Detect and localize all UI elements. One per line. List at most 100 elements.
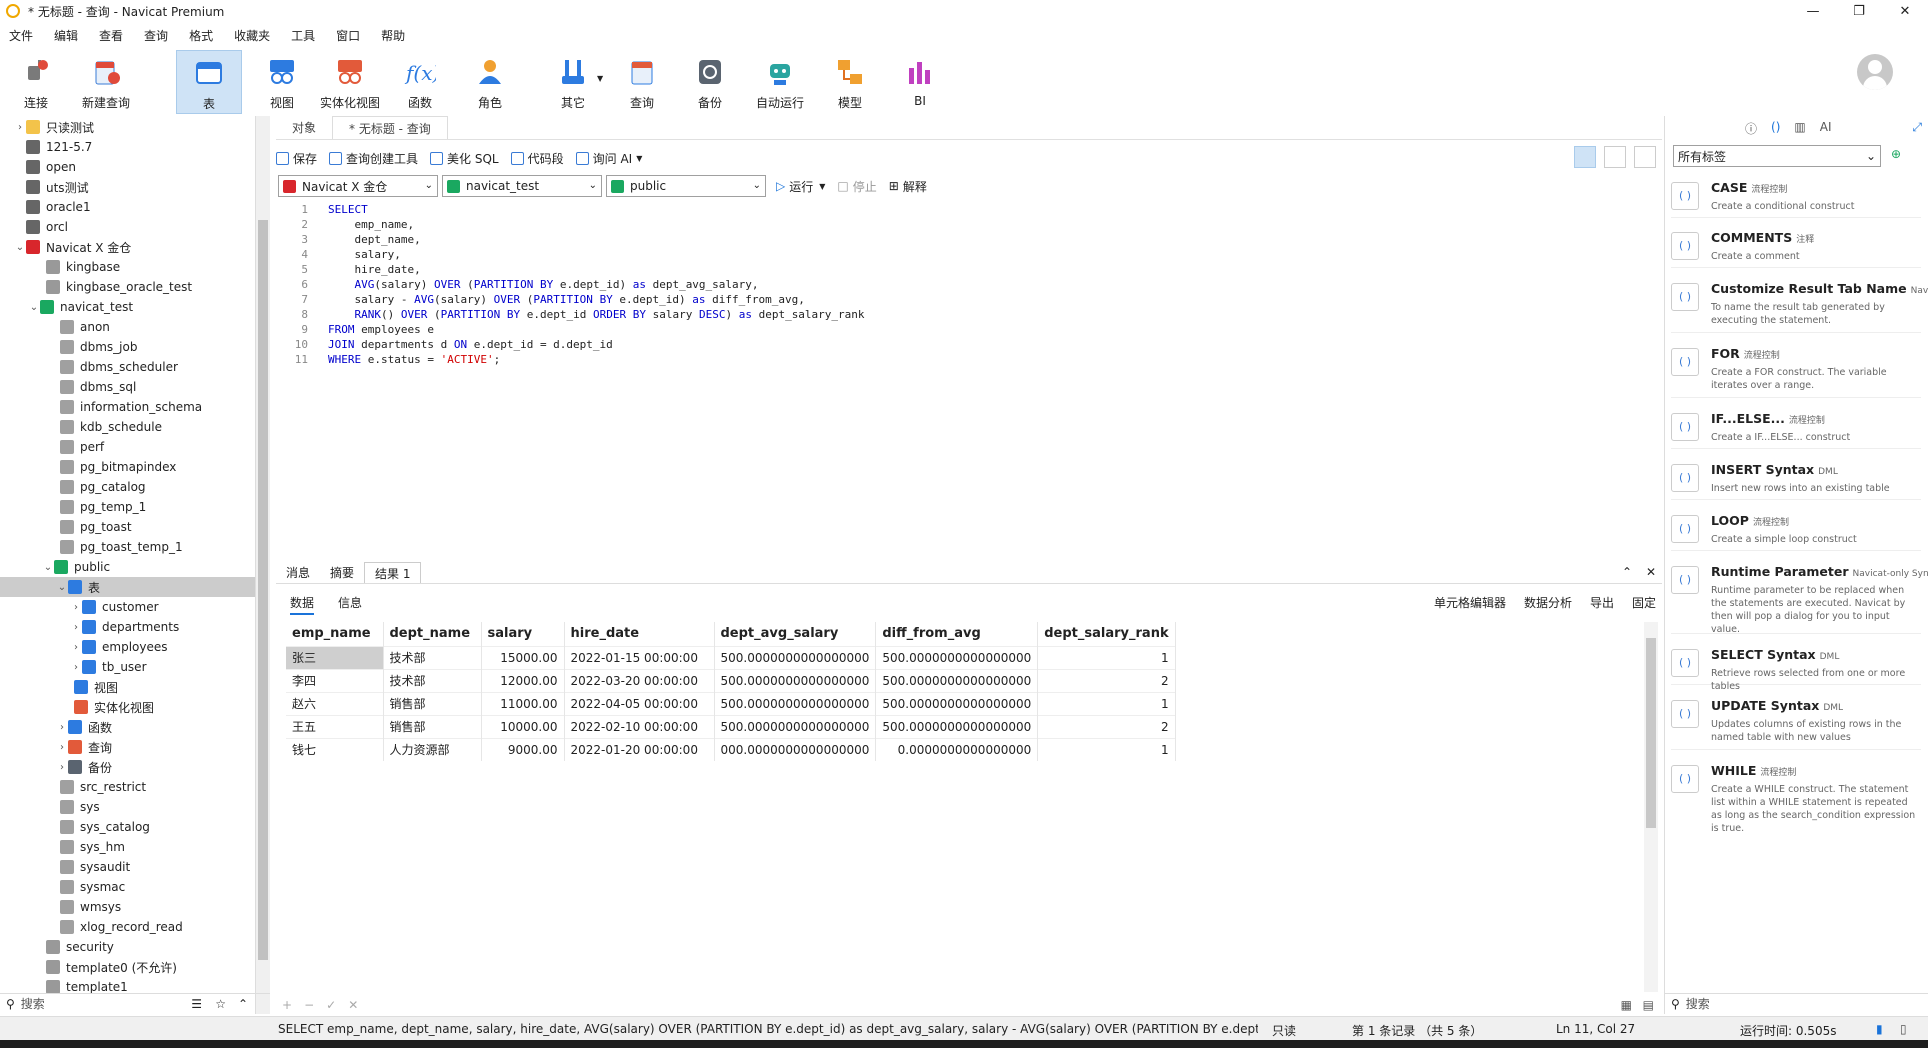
- tree-item[interactable]: 实体化视图: [0, 697, 255, 717]
- form-view-icon[interactable]: ▤: [1643, 998, 1654, 1012]
- braces-icon[interactable]: (): [1771, 120, 1780, 137]
- tab-objects[interactable]: 对象: [276, 116, 332, 139]
- collapse-icon[interactable]: ⌃: [238, 997, 248, 1011]
- menu-format[interactable]: 格式: [180, 26, 225, 46]
- snippet-item[interactable]: ( ) WHILE 流程控制 Create a WHILE construct. …: [1671, 759, 1921, 834]
- column-header[interactable]: dept_avg_salary: [714, 622, 877, 646]
- others-button[interactable]: 其它: [548, 50, 598, 114]
- snippet-item[interactable]: ( ) Runtime Parameter Navicat-only Synt R…: [1671, 560, 1928, 635]
- cell-editor-button[interactable]: 单元格编辑器: [1434, 594, 1506, 611]
- run-dropdown-icon[interactable]: ▼: [819, 182, 825, 191]
- table-cell[interactable]: 2022-01-15 00:00:00: [564, 645, 715, 669]
- table-cell[interactable]: 0.0000000000000000: [875, 737, 1039, 761]
- data-analysis-button[interactable]: 数据分析: [1524, 594, 1572, 611]
- table-row[interactable]: 王五 销售部 10000.00 2022-02-10 00:00:00 500.…: [286, 714, 1176, 738]
- tree-item[interactable]: sysaudit: [0, 857, 255, 877]
- snippet-item[interactable]: ( ) CASE 流程控制 Create a conditional constr…: [1671, 176, 1921, 218]
- snippet-item[interactable]: ( ) COMMENTS 注释 Create a comment: [1671, 226, 1921, 268]
- tree-item[interactable]: security: [0, 937, 255, 957]
- tree-item[interactable]: sys_catalog: [0, 817, 255, 837]
- scrollbar-thumb[interactable]: [1646, 638, 1656, 828]
- menu-view[interactable]: 查看: [90, 26, 135, 46]
- table-cell[interactable]: 2022-03-20 00:00:00: [564, 668, 715, 692]
- table-cell[interactable]: 000.0000000000000000: [714, 737, 877, 761]
- close-icon[interactable]: ✕: [1882, 0, 1928, 22]
- new-query-button[interactable]: 新建查询: [78, 50, 134, 114]
- maximize-icon[interactable]: ❐: [1836, 0, 1882, 22]
- snippet-item[interactable]: ( ) LOOP 流程控制 Create a simple loop constr…: [1671, 509, 1921, 551]
- menu-edit[interactable]: 编辑: [45, 26, 90, 46]
- tree-item[interactable]: › tb_user: [0, 657, 255, 677]
- snippet-item[interactable]: ( ) SELECT Syntax DML Retrieve rows selec…: [1671, 643, 1921, 692]
- table-cell[interactable]: 500.0000000000000000: [714, 668, 877, 692]
- table-cell[interactable]: 张三: [286, 645, 384, 669]
- tree-item[interactable]: sys: [0, 797, 255, 817]
- tree-item[interactable]: uts测试: [0, 177, 255, 197]
- panel-right-icon[interactable]: ▯: [1900, 1022, 1907, 1036]
- tree-item[interactable]: › 函数: [0, 717, 255, 737]
- tree-item[interactable]: pg_bitmapindex: [0, 457, 255, 477]
- snippet-item[interactable]: ( ) IF...ELSE... 流程控制 Create a IF...ELSE.…: [1671, 407, 1921, 449]
- table-cell[interactable]: 12000.00: [481, 668, 565, 692]
- run-button[interactable]: 运行: [789, 178, 813, 195]
- schema-select[interactable]: public ⌄: [606, 175, 766, 197]
- sql-editor[interactable]: 1 SELECT 2 emp_name, 3 dept_name, 4 salar…: [276, 202, 1662, 554]
- tree-scrollbar[interactable]: [256, 116, 270, 1014]
- tree-item[interactable]: ⌄ navicat_test: [0, 297, 255, 317]
- tree-item[interactable]: open: [0, 157, 255, 177]
- grid-icon[interactable]: ▥: [1794, 120, 1805, 137]
- split-vertical-icon[interactable]: [1604, 146, 1626, 168]
- backup-button[interactable]: 备份: [690, 50, 730, 114]
- tab-data[interactable]: 数据: [290, 594, 315, 615]
- save-button[interactable]: 保存: [276, 150, 317, 167]
- table-cell[interactable]: 500.0000000000000000: [875, 714, 1039, 738]
- others-dropdown-icon[interactable]: ▼: [597, 74, 603, 83]
- tree-item[interactable]: pg_toast_temp_1: [0, 537, 255, 557]
- function-button[interactable]: f(x) 函数: [400, 50, 440, 114]
- snippet-item[interactable]: ( ) FOR 流程控制 Create a FOR construct. The …: [1671, 342, 1921, 398]
- tree-item[interactable]: pg_temp_1: [0, 497, 255, 517]
- tree-item[interactable]: information_schema: [0, 397, 255, 417]
- star-icon[interactable]: ☆: [215, 997, 226, 1011]
- table-cell[interactable]: 1: [1037, 645, 1176, 669]
- menu-tools[interactable]: 工具: [282, 26, 327, 46]
- tree-item[interactable]: sysmac: [0, 877, 255, 897]
- tree-item[interactable]: xlog_record_read: [0, 917, 255, 937]
- menu-query[interactable]: 查询: [135, 26, 180, 46]
- tree-item[interactable]: kdb_schedule: [0, 417, 255, 437]
- table-cell[interactable]: 王五: [286, 714, 384, 738]
- table-row[interactable]: 张三 技术部 15000.00 2022-01-15 00:00:00 500.…: [286, 645, 1176, 669]
- tree-item[interactable]: oracle1: [0, 197, 255, 217]
- minimize-icon[interactable]: —: [1790, 0, 1836, 22]
- table-row[interactable]: 赵六 销售部 11000.00 2022-04-05 00:00:00 500.…: [286, 691, 1176, 715]
- filter-icon[interactable]: ☰: [191, 997, 202, 1011]
- tree-item[interactable]: › 只读测试: [0, 117, 255, 137]
- table-cell[interactable]: 技术部: [383, 668, 482, 692]
- menu-favorites[interactable]: 收藏夹: [225, 26, 282, 46]
- tree-item[interactable]: anon: [0, 317, 255, 337]
- tree-item[interactable]: › 备份: [0, 757, 255, 777]
- column-header[interactable]: diff_from_avg: [875, 622, 1039, 646]
- split-horizontal-icon[interactable]: [1574, 146, 1596, 168]
- bi-button[interactable]: BI: [900, 50, 940, 114]
- tree-item[interactable]: dbms_scheduler: [0, 357, 255, 377]
- tree-search-input[interactable]: 搜索: [21, 995, 45, 1012]
- table-row[interactable]: 李四 技术部 12000.00 2022-03-20 00:00:00 500.…: [286, 668, 1176, 692]
- tree-item[interactable]: src_restrict: [0, 777, 255, 797]
- delete-row-icon[interactable]: −: [304, 998, 314, 1012]
- query-builder-button[interactable]: 查询创建工具: [329, 150, 418, 167]
- table-cell[interactable]: 2: [1037, 714, 1176, 738]
- tree-item[interactable]: pg_toast: [0, 517, 255, 537]
- table-cell[interactable]: 11000.00: [481, 691, 565, 715]
- automation-button[interactable]: 自动运行: [754, 50, 806, 114]
- snippet-search-input[interactable]: 搜索: [1686, 995, 1710, 1012]
- ai-icon[interactable]: AI: [1820, 120, 1832, 137]
- column-header[interactable]: salary: [481, 622, 565, 646]
- table-cell[interactable]: 1: [1037, 691, 1176, 715]
- scrollbar-thumb[interactable]: [258, 220, 268, 960]
- table-cell[interactable]: 赵六: [286, 691, 384, 715]
- table-cell[interactable]: 500.0000000000000000: [875, 691, 1039, 715]
- fullscreen-icon[interactable]: [1634, 146, 1656, 168]
- column-header[interactable]: dept_name: [383, 622, 482, 646]
- tab-result-1[interactable]: 结果 1: [364, 562, 422, 583]
